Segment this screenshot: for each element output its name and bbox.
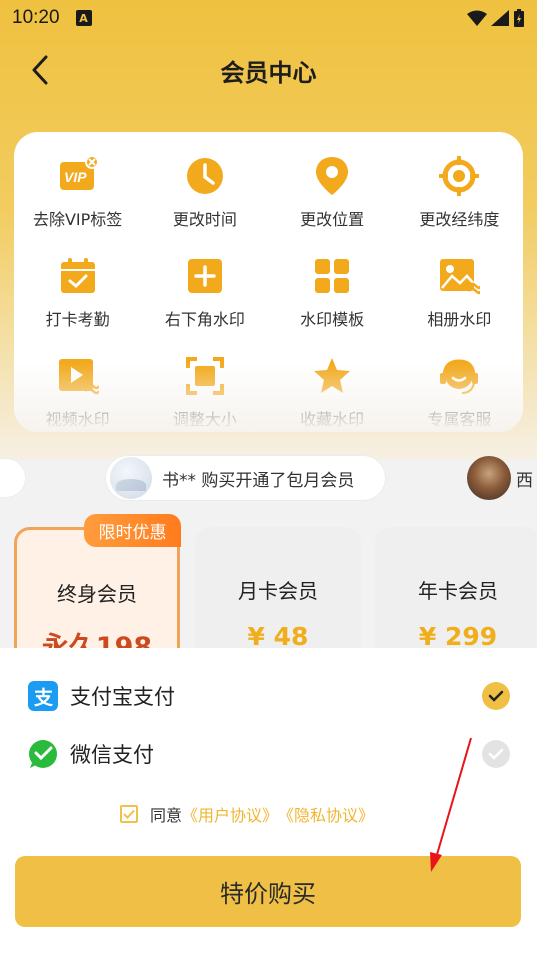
alipay-icon: 支 [28, 681, 58, 711]
photo-icon [437, 254, 481, 298]
feature-label: 收藏水印 [300, 410, 365, 429]
crosshair-icon [437, 154, 481, 198]
checkmark-icon[interactable] [482, 682, 510, 710]
vip-features-card: VIP 去除VIP标签 更改时间 更改位置 更改经纬度 打卡考勤 右下角水印 水… [14, 132, 523, 432]
ticker-text: 书** 购买开通了包月会员 [162, 470, 355, 491]
calendar-check-icon [56, 254, 100, 298]
agreement-row: 同意 《用户协议》 《隐私协议》 [120, 802, 374, 826]
privacy-agreement-link[interactable]: 《隐私协议》 [278, 802, 374, 826]
plan-price: ¥ 48 [247, 622, 309, 651]
page-title: 会员中心 [220, 58, 317, 87]
resize-icon [183, 354, 227, 398]
battery-icon [514, 9, 524, 27]
limited-offer-badge: 限时优惠 [84, 514, 181, 547]
avatar [110, 457, 152, 499]
feature-item-remove-vip[interactable]: VIP 去除VIP标签 [14, 154, 141, 230]
chevron-left-icon [32, 55, 48, 85]
feature-grid: VIP 去除VIP标签 更改时间 更改位置 更改经纬度 打卡考勤 右下角水印 水… [14, 154, 523, 430]
feature-item-change-location[interactable]: 更改位置 [269, 154, 396, 230]
notification-icon: A [75, 10, 92, 26]
plus-square-icon [183, 254, 227, 298]
plan-price: ¥ 299 [418, 622, 498, 651]
back-button[interactable] [24, 52, 56, 88]
vip-remove-icon: VIP [56, 154, 100, 198]
user-agreement-link[interactable]: 《用户协议》 [182, 802, 278, 826]
svg-text:支: 支 [33, 687, 54, 709]
feature-item-attendance[interactable]: 打卡考勤 [14, 254, 141, 330]
feature-item-video-watermark[interactable]: 视频水印 [14, 354, 141, 430]
video-icon [56, 354, 100, 398]
feature-label: 更改经纬度 [419, 210, 500, 229]
grid-icon [310, 254, 354, 298]
plan-yearly[interactable]: 年卡会员 ¥ 299 [375, 527, 537, 652]
agree-checkbox[interactable] [120, 805, 138, 823]
headset-icon [437, 354, 481, 398]
location-pin-icon [310, 154, 354, 198]
status-icons [467, 9, 525, 27]
feature-item-change-time[interactable]: 更改时间 [141, 154, 268, 230]
plan-name: 月卡会员 [238, 579, 318, 603]
svg-text:VIP: VIP [64, 169, 87, 185]
feature-item-favorite-watermark[interactable]: 收藏水印 [269, 354, 396, 430]
feature-item-watermark-template[interactable]: 水印模板 [269, 254, 396, 330]
status-time: 10:20 [12, 7, 60, 28]
clock-icon [183, 154, 227, 198]
plan-monthly[interactable]: 月卡会员 ¥ 48 [195, 527, 361, 652]
avatar [467, 456, 511, 500]
feature-item-customer-service[interactable]: 专属客服 [396, 354, 523, 430]
payment-option-alipay[interactable]: 支 支付宝支付 [28, 676, 510, 716]
checkmark-icon[interactable] [482, 740, 510, 768]
payment-sheet: 支 支付宝支付 微信支付 同意 《用户协议》 《隐私协议》 特价购买 [0, 648, 537, 956]
feature-label: 去除VIP标签 [32, 210, 123, 229]
ticker-text-next: 西 [516, 471, 533, 491]
feature-item-corner-watermark[interactable]: 右下角水印 [141, 254, 268, 330]
feature-label: 调整大小 [172, 410, 237, 429]
feature-item-resize[interactable]: 调整大小 [141, 354, 268, 430]
star-icon [310, 354, 354, 398]
ticker-pill: 书** 购买开通了包月会员 [106, 456, 385, 500]
plan-name: 年卡会员 [418, 579, 498, 603]
feature-label: 视频水印 [45, 410, 110, 429]
wechat-icon [28, 739, 58, 769]
feature-item-change-coords[interactable]: 更改经纬度 [396, 154, 523, 230]
feature-label: 水印模板 [300, 310, 365, 329]
feature-label: 打卡考勤 [45, 310, 110, 329]
payment-option-wechat[interactable]: 微信支付 [28, 734, 510, 774]
signal-icon [491, 10, 509, 26]
wifi-icon [467, 10, 487, 26]
plan-name: 终身会员 [57, 582, 137, 606]
feature-label: 相册水印 [427, 310, 492, 329]
feature-label: 右下角水印 [164, 310, 245, 329]
feature-label: 更改位置 [300, 210, 365, 229]
payment-label: 微信支付 [70, 743, 154, 767]
plan-options: 终身会员 永久198 限时优惠 月卡会员 ¥ 48 年卡会员 ¥ 299 [0, 512, 537, 652]
payment-label: 支付宝支付 [70, 685, 175, 709]
app-header: 会员中心 [0, 40, 537, 100]
ticker-pill-previous [0, 458, 26, 498]
feature-label: 专属客服 [427, 410, 492, 429]
agree-text: 同意 [150, 806, 183, 825]
buy-button[interactable]: 特价购买 [15, 856, 521, 927]
feature-item-album-watermark[interactable]: 相册水印 [396, 254, 523, 330]
feature-label: 更改时间 [172, 210, 237, 229]
purchase-ticker: 书** 购买开通了包月会员 西 [0, 454, 537, 502]
status-bar: 10:20 A [0, 0, 537, 36]
